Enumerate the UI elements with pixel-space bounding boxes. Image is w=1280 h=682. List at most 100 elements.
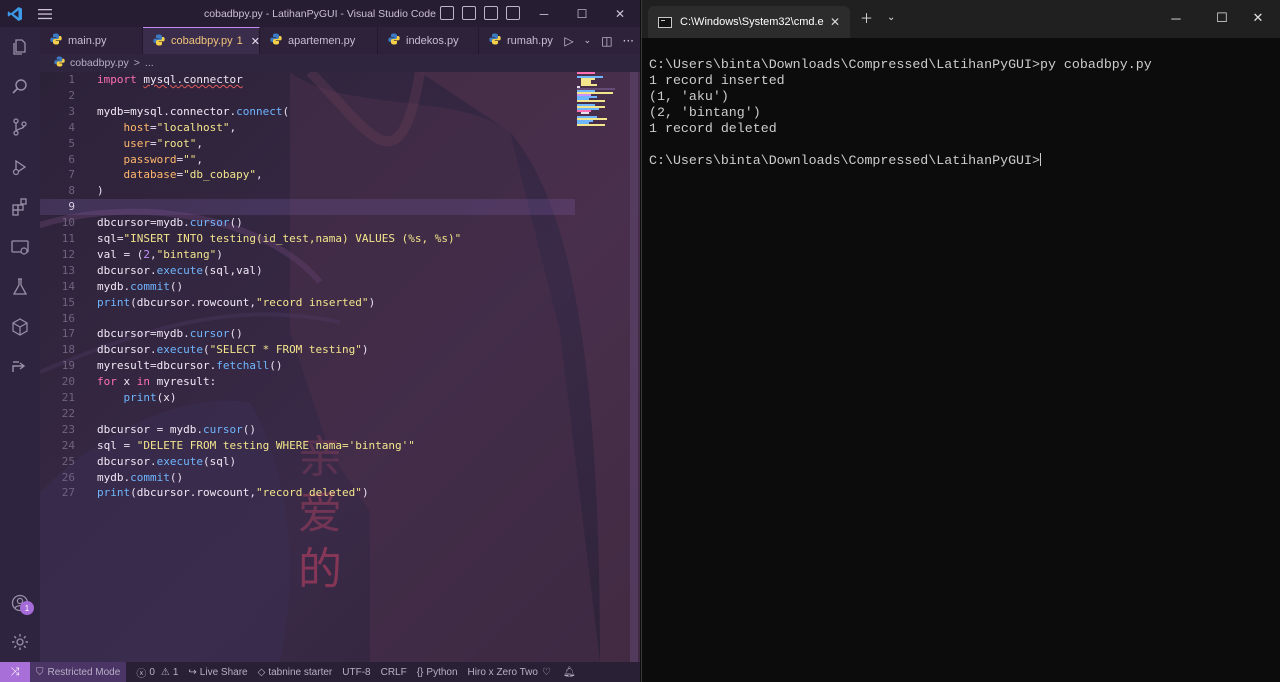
testing-flask-icon[interactable] bbox=[8, 275, 32, 299]
text-cursor bbox=[1040, 153, 1041, 166]
eol-status[interactable]: CRLF bbox=[381, 667, 407, 678]
docker-cube-icon[interactable] bbox=[8, 315, 32, 339]
explorer-icon[interactable] bbox=[8, 35, 32, 59]
live-share-status[interactable]: ↪ Live Share bbox=[188, 667, 247, 678]
tabnine-status[interactable]: ◇ tabnine starter bbox=[258, 667, 333, 678]
tab-cobadbpy-py[interactable]: cobadbpy.py 1 ✕ bbox=[143, 27, 260, 54]
problems-status[interactable]: ⓧ 0 ⚠ 1 bbox=[136, 665, 178, 680]
window-title: cobadbpy.py - LatihanPyGUI - Visual Stud… bbox=[204, 7, 436, 20]
restricted-mode-status[interactable]: ⛉ Restricted Mode bbox=[30, 662, 127, 682]
python-file-icon bbox=[153, 34, 165, 49]
code-line[interactable]: 20 for x in myresult: bbox=[40, 374, 575, 390]
tab-apartemen-py[interactable]: apartemen.py bbox=[260, 27, 378, 54]
vscode-logo-icon bbox=[0, 0, 30, 27]
source-control-icon[interactable] bbox=[8, 115, 32, 139]
line-number: 13 bbox=[61, 263, 75, 277]
code-line[interactable]: 8) bbox=[40, 183, 575, 199]
terminal-line: (2, 'bintang') bbox=[649, 105, 761, 120]
terminal-tab[interactable]: C:\Windows\System32\cmd.e ✕ bbox=[648, 6, 850, 38]
line-number: 14 bbox=[61, 279, 75, 293]
code-line[interactable]: 26 mydb.commit() bbox=[40, 470, 575, 486]
minimize-button[interactable]: ─ bbox=[525, 0, 563, 27]
breadcrumb-file[interactable]: cobadbpy.py bbox=[70, 57, 129, 69]
terminal-output[interactable]: C:\Users\binta\Downloads\Compressed\Lati… bbox=[649, 57, 1274, 667]
tab-dropdown-chevron-icon[interactable]: ⌄ bbox=[887, 12, 895, 23]
breadcrumb-separator: > bbox=[133, 57, 140, 69]
code-line[interactable]: 14 mydb.commit() bbox=[40, 279, 575, 295]
more-actions-icon[interactable]: ··· bbox=[623, 34, 634, 48]
settings-gear-icon[interactable] bbox=[8, 630, 32, 654]
code-line[interactable]: 18 dbcursor.execute("SELECT * FROM testin… bbox=[40, 342, 575, 358]
editor-scrollbar[interactable] bbox=[630, 72, 638, 664]
code-line[interactable]: 23 dbcursor = mydb.cursor() bbox=[40, 422, 575, 438]
theme-status[interactable]: Hiro x Zero Two ♡ bbox=[468, 667, 551, 678]
toggle-secondary-sidebar-icon[interactable] bbox=[484, 6, 498, 20]
line-number: 19 bbox=[61, 359, 75, 373]
code-line[interactable]: 22 bbox=[40, 406, 575, 422]
hamburger-menu-icon[interactable] bbox=[30, 0, 60, 27]
new-tab-plus-icon[interactable]: ＋ bbox=[860, 8, 873, 27]
tab-label: indekos.py bbox=[406, 34, 459, 47]
line-number: 20 bbox=[61, 375, 75, 389]
code-line[interactable]: 4 host="localhost", bbox=[40, 120, 575, 136]
code-text: host="localhost", bbox=[123, 120, 237, 134]
language-status[interactable]: {} Python bbox=[417, 667, 458, 678]
code-text: import mysql.connector bbox=[97, 73, 243, 86]
code-line[interactable]: 16 bbox=[40, 311, 575, 327]
code-line[interactable]: 25 dbcursor.execute(sql) bbox=[40, 454, 575, 470]
terminal-line: (1, 'aku') bbox=[649, 89, 729, 104]
line-number: 11 bbox=[61, 232, 75, 245]
code-line[interactable]: 1 import mysql.connector bbox=[40, 72, 575, 88]
code-line[interactable]: 21 print(x) bbox=[40, 390, 575, 406]
split-editor-icon[interactable]: ◫ bbox=[601, 34, 612, 48]
code-line[interactable]: 3 mydb=mysql.connector.connect( bbox=[40, 104, 575, 120]
tab-label: main.py bbox=[68, 34, 107, 47]
code-line[interactable]: 10 dbcursor=mydb.cursor() bbox=[40, 215, 575, 231]
tab-indekos-py[interactable]: indekos.py bbox=[378, 27, 479, 54]
live-share-icon[interactable] bbox=[8, 355, 32, 379]
close-tab-icon[interactable]: ✕ bbox=[830, 15, 840, 29]
shield-icon: ⛉ bbox=[36, 666, 44, 678]
extensions-icon[interactable] bbox=[8, 195, 32, 219]
code-line[interactable]: 9 bbox=[40, 199, 575, 216]
code-line[interactable]: 2 bbox=[40, 88, 575, 104]
close-window-button[interactable]: ✕ bbox=[1235, 0, 1280, 36]
run-and-debug-icon[interactable] bbox=[8, 155, 32, 179]
remote-indicator-icon[interactable]: ⤨ bbox=[0, 662, 30, 682]
run-python-file-icon[interactable]: ▷ bbox=[564, 34, 573, 48]
toggle-panel-icon[interactable] bbox=[462, 6, 476, 20]
tab-label: apartemen.py bbox=[288, 34, 356, 47]
code-line[interactable]: 15 print(dbcursor.rowcount,"record insert… bbox=[40, 295, 575, 311]
code-line[interactable]: 27 print(dbcursor.rowcount,"record delete… bbox=[40, 485, 575, 501]
minimize-button[interactable]: ─ bbox=[1153, 0, 1199, 36]
search-icon[interactable] bbox=[8, 75, 32, 99]
line-number: 8 bbox=[68, 184, 75, 198]
code-text: dbcursor = mydb.cursor() bbox=[97, 422, 256, 436]
breadcrumb-symbols[interactable]: ... bbox=[145, 57, 154, 69]
code-line[interactable]: 13 dbcursor.execute(sql,val) bbox=[40, 263, 575, 279]
error-icon: ⓧ bbox=[136, 668, 147, 680]
status-bar: ⤨ ⛉ Restricted Mode ⓧ 0 ⚠ 1 ↪ Live Share… bbox=[0, 662, 640, 682]
remote-explorer-icon[interactable] bbox=[8, 235, 32, 259]
tab-main-py[interactable]: main.py bbox=[40, 27, 143, 54]
encoding-status[interactable]: UTF-8 bbox=[342, 667, 370, 678]
minimap[interactable] bbox=[575, 72, 615, 132]
code-line[interactable]: 11 sql="INSERT INTO testing(id_test,nama)… bbox=[40, 231, 575, 247]
notifications-bell-icon[interactable]: 🔔︎ bbox=[563, 667, 576, 678]
tab-rumah-py[interactable]: rumah.py bbox=[479, 27, 559, 54]
close-window-button[interactable]: ✕ bbox=[601, 0, 639, 27]
close-tab-icon[interactable]: ✕ bbox=[251, 35, 260, 48]
code-line[interactable]: 24 sql = "DELETE FROM testing WHERE nama=… bbox=[40, 438, 575, 454]
maximize-button[interactable]: ☐ bbox=[563, 0, 601, 27]
code-editor[interactable]: 1 import mysql.connector 2 3 mydb=mysql.conn… bbox=[40, 72, 640, 662]
code-line[interactable]: 17 dbcursor=mydb.cursor() bbox=[40, 326, 575, 342]
chevron-down-icon[interactable]: ⌄ bbox=[584, 36, 592, 46]
code-line[interactable]: 6 password="", bbox=[40, 152, 575, 168]
toggle-primary-sidebar-icon[interactable] bbox=[440, 6, 454, 20]
code-line[interactable]: 5 user="root", bbox=[40, 136, 575, 152]
code-line[interactable]: 19 myresult=dbcursor.fetchall() bbox=[40, 358, 575, 374]
code-line[interactable]: 12 val = (2,"bintang") bbox=[40, 247, 575, 263]
line-number: 21 bbox=[61, 391, 75, 404]
code-line[interactable]: 7 database="db_cobapy", bbox=[40, 167, 575, 183]
customize-layout-icon[interactable] bbox=[506, 6, 520, 20]
